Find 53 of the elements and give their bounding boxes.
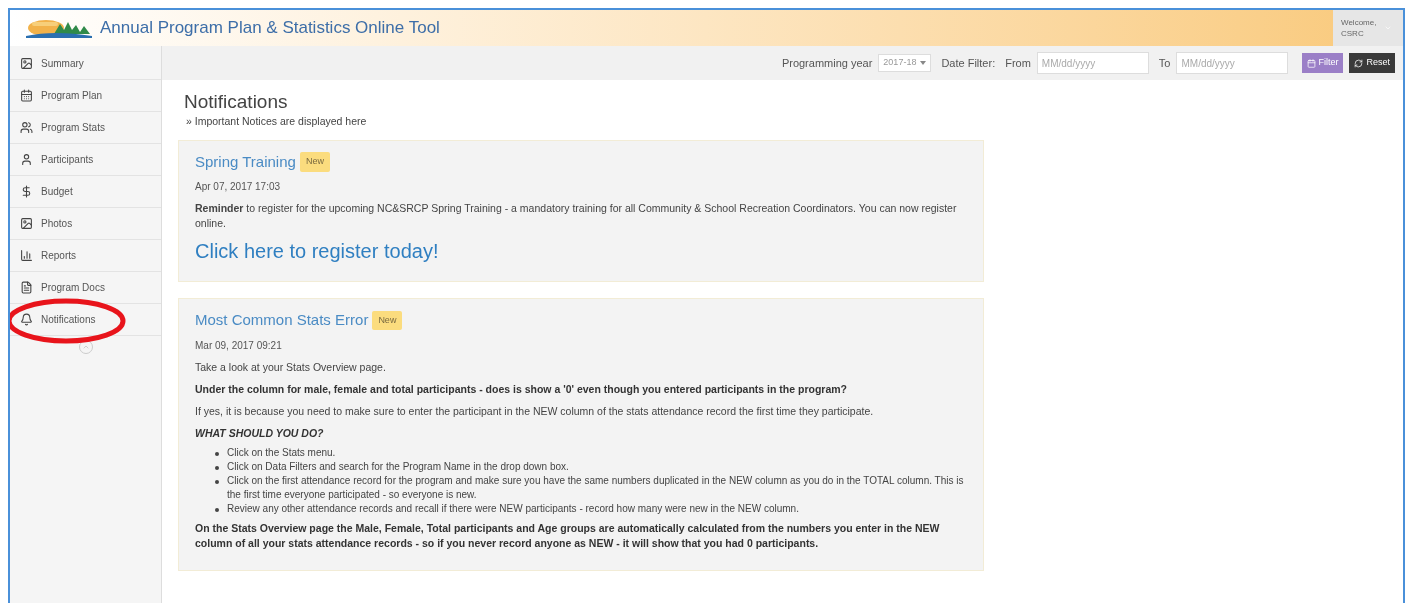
bell-icon xyxy=(20,313,33,326)
bullet-icon xyxy=(215,479,219,484)
sidebar-item[interactable]: Photos xyxy=(10,208,161,240)
section-heading: WHAT SHOULD YOU DO? xyxy=(195,425,325,441)
sidebar-item[interactable]: Program Plan xyxy=(10,80,161,112)
new-badge: New xyxy=(372,310,403,331)
reset-button[interactable]: Reset xyxy=(1349,53,1395,73)
new-badge: New xyxy=(299,152,330,172)
user-menu[interactable]: Welcome, CSRC xyxy=(1333,10,1403,46)
refresh-icon xyxy=(1354,58,1364,68)
notification-date: Apr 07, 2017 17:03 xyxy=(195,180,282,195)
paragraph: Under the column for male, female and total participants - does is show a '0' even though you entered participants in the program? xyxy=(195,381,849,397)
users-icon xyxy=(20,121,33,134)
document-icon xyxy=(20,281,33,294)
bullet-icon xyxy=(215,451,219,456)
sidebar-item[interactable]: Participants xyxy=(10,144,161,176)
notification-title: Most Common Stats Error xyxy=(195,310,369,331)
page-subtitle: » Important Notices are displayed here xyxy=(186,114,368,129)
bullet-icon xyxy=(215,465,219,470)
calendar-icon xyxy=(20,89,33,102)
paragraph: Reminder to register for the upcoming NC&SRCP Spring Training - a mandatory training for all Community & School Recreation Coordinators. You can now register online. xyxy=(195,201,958,232)
chart-icon xyxy=(20,249,33,262)
list-item: Click on the first attendance record for the program and make sure you have the same numbers duplicated in the NEW column as you do in the TOTAL column. This is the first time everyone participated - so everyone is new. xyxy=(227,473,965,502)
list-item: Review any other attendance records and recall if there were NEW participants - record how many were new in the NEW column. xyxy=(227,501,799,516)
register-link[interactable]: Click here to register today! xyxy=(195,239,967,264)
date-filter-label: Date Filter: xyxy=(941,55,996,71)
sidebar-item[interactable]: Notifications xyxy=(10,304,161,336)
calendar-icon xyxy=(1307,58,1317,68)
from-label: From xyxy=(1005,55,1031,71)
app-title: Annual Program Plan & Statistics Online Tool xyxy=(100,17,440,40)
list-item: Click on the Stats menu. xyxy=(227,445,336,460)
image-icon xyxy=(20,57,33,70)
paragraph: On the Stats Overview page the Male, Female, Total participants and Age groups are automatically calculated from the numbers you enter in the NEW column of all your stats attendance records - so if you never record anyone as NEW - it will show that you had 0 participants. xyxy=(195,520,941,551)
sidebar-item[interactable]: Program Docs xyxy=(10,272,161,304)
to-date-field[interactable]: MM/dd/yyyy xyxy=(1176,52,1289,74)
image-icon xyxy=(20,217,33,230)
list-item: Click on Data Filters and search for the Program Name in the drop down box. xyxy=(227,459,569,474)
sidebar-item[interactable]: Reports xyxy=(10,240,161,272)
sidebar-item[interactable]: Budget xyxy=(10,176,161,208)
notification-date: Mar 09, 2017 09:21 xyxy=(195,338,283,353)
notification-title: Spring Training xyxy=(195,151,296,172)
sidebar-item[interactable]: Summary xyxy=(10,48,161,80)
page-title: Notifications xyxy=(184,90,289,114)
dollar-icon xyxy=(20,185,33,198)
year-label: Programming year xyxy=(781,55,873,71)
paragraph: Take a look at your Stats Overview page. xyxy=(195,359,387,375)
from-date-field[interactable]: MM/dd/yyyy xyxy=(1036,52,1149,74)
paragraph: If yes, it is because you need to make sure to enter the participant in the NEW column of the stats attendance record the first time they participate. xyxy=(195,403,875,419)
bullet-icon xyxy=(215,507,219,512)
user-icon xyxy=(20,153,33,166)
to-label: To xyxy=(1158,55,1171,71)
caret-icon xyxy=(920,61,927,65)
sidebar-item[interactable]: Program Stats xyxy=(10,112,161,144)
